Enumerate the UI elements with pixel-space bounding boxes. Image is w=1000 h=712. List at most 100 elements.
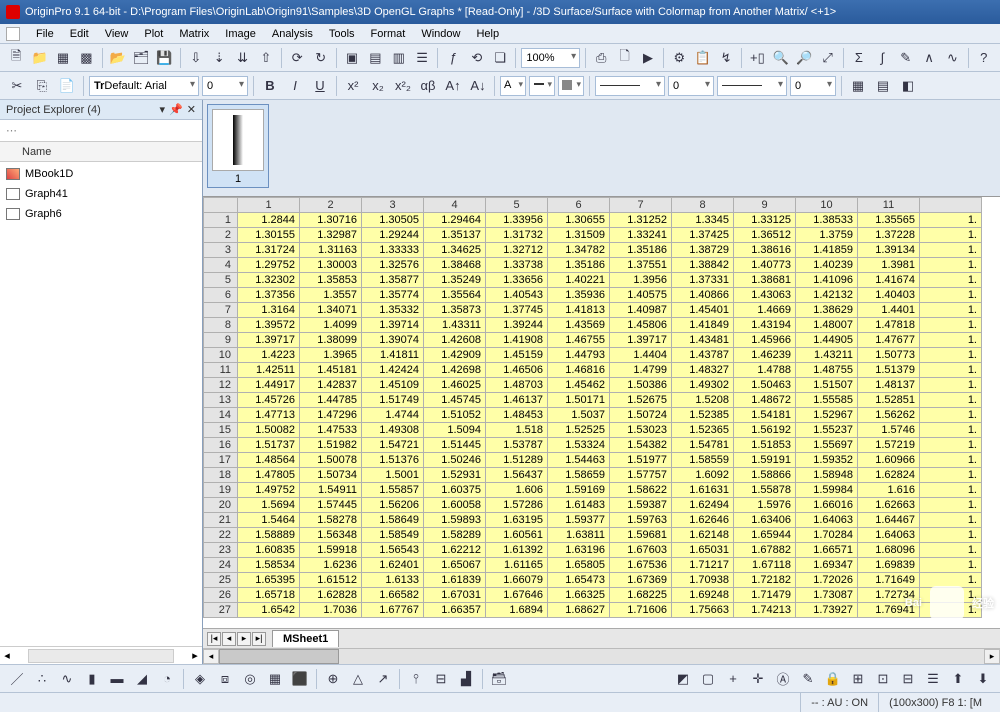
matrix-cell[interactable]: 1.68096 (858, 543, 920, 558)
row-header[interactable]: 2 (204, 228, 238, 243)
matrix-cell[interactable]: 1.31724 (238, 243, 300, 258)
matrix-cell[interactable]: 1.58289 (424, 528, 486, 543)
matrix-cell[interactable]: 1.45159 (486, 348, 548, 363)
matrix-cell[interactable]: 1.44917 (238, 378, 300, 393)
matrix-cell[interactable]: 1.40221 (548, 273, 610, 288)
new-folder-button[interactable]: 📁 (29, 47, 49, 69)
matrix-cell[interactable]: 1.45966 (734, 333, 796, 348)
row-header[interactable]: 12 (204, 378, 238, 393)
matrix-cell[interactable]: 1.42608 (424, 333, 486, 348)
matrix-cell[interactable]: 1.37425 (672, 228, 734, 243)
matrix-cell[interactable]: 1.67603 (610, 543, 672, 558)
matrix-cell[interactable]: 1.45109 (362, 378, 424, 393)
matrix-cell[interactable]: 1.75663 (672, 603, 734, 618)
refresh-button[interactable]: ⟲ (467, 47, 487, 69)
zoom-combo[interactable]: 100% (521, 48, 580, 68)
column-header[interactable]: 1 (238, 198, 300, 213)
matrix-cell[interactable]: 1.3164 (238, 303, 300, 318)
matrix-cell[interactable]: 1.61392 (486, 543, 548, 558)
matrix-cell[interactable]: 1.33333 (362, 243, 424, 258)
matrix-cell[interactable]: 1. (920, 258, 982, 273)
matrix-cell[interactable]: 1. (920, 273, 982, 288)
matrix-cell[interactable]: 1.72026 (796, 573, 858, 588)
close-panel-icon[interactable]: ✕ (187, 103, 196, 116)
matrix-cell[interactable]: 1.42698 (424, 363, 486, 378)
matrix-cell[interactable]: 1.30155 (238, 228, 300, 243)
row-header[interactable]: 24 (204, 558, 238, 573)
mask-button[interactable]: ◩ (672, 668, 694, 690)
matrix-cell[interactable]: 1.66357 (424, 603, 486, 618)
matrix-cell[interactable]: 1.33656 (486, 273, 548, 288)
font-size-combo[interactable]: 0 (202, 76, 248, 96)
matrix-cell[interactable]: 1.39714 (362, 318, 424, 333)
matrix-cell[interactable]: 1.58649 (362, 513, 424, 528)
matrix-cell[interactable]: 1.51982 (300, 438, 362, 453)
matrix-cell[interactable]: 1.56206 (362, 498, 424, 513)
matrix-cell[interactable]: 1.52525 (548, 423, 610, 438)
underline-button[interactable]: U (309, 75, 331, 97)
matrix-cell[interactable]: 1.67118 (734, 558, 796, 573)
matrix-cell[interactable]: 1.43194 (734, 318, 796, 333)
function-plot-button[interactable]: ƒ (443, 47, 463, 69)
matrix-cell[interactable]: 1.53787 (486, 438, 548, 453)
help-button[interactable]: ? (974, 47, 994, 69)
matrix-cell[interactable]: 1.52385 (672, 408, 734, 423)
matrix-cell[interactable]: 1.5001 (362, 468, 424, 483)
matrix-cell[interactable]: 1.70938 (672, 573, 734, 588)
matrix-cell[interactable]: 1.4788 (734, 363, 796, 378)
matrix-cell[interactable]: 1.56192 (734, 423, 796, 438)
matrix-cell[interactable]: 1.33125 (734, 213, 796, 228)
matrix-cell[interactable]: 1.41674 (858, 273, 920, 288)
3d-wire-button[interactable]: ⧈ (214, 668, 236, 690)
matrix-cell[interactable]: 1.51052 (424, 408, 486, 423)
menu-plot[interactable]: Plot (136, 26, 171, 42)
menu-window[interactable]: Window (413, 26, 468, 42)
matrix-cell[interactable]: 1.38533 (796, 213, 858, 228)
row-header[interactable]: 8 (204, 318, 238, 333)
matrix-cell[interactable]: 1.43211 (796, 348, 858, 363)
row-header[interactable]: 16 (204, 438, 238, 453)
matrix-cell[interactable]: 1.56262 (858, 408, 920, 423)
draw-data-button[interactable]: ✎ (797, 668, 819, 690)
paste-button[interactable]: 📄 (56, 75, 78, 97)
matrix-cell[interactable]: 1.55857 (362, 483, 424, 498)
matrix-cell[interactable]: 1.46506 (486, 363, 548, 378)
column-header[interactable]: 7 (610, 198, 672, 213)
import-multi-button[interactable]: ⇊ (232, 47, 252, 69)
pin-icon[interactable]: 📌 (169, 103, 183, 116)
matrix-cell[interactable]: 1.38616 (734, 243, 796, 258)
open-button[interactable]: 📂 (107, 47, 127, 69)
matrix-cell[interactable]: 1.53324 (548, 438, 610, 453)
matrix-cell[interactable]: 1.58866 (734, 468, 796, 483)
matrix-cell[interactable]: 1.36512 (734, 228, 796, 243)
ternary-button[interactable]: △ (347, 668, 369, 690)
matrix-cell[interactable]: 1. (920, 438, 982, 453)
matrix-cell[interactable]: 1.71217 (672, 558, 734, 573)
matrix-cell[interactable]: 1. (920, 378, 982, 393)
baseline-button[interactable]: ∿ (942, 47, 962, 69)
matrix-cell[interactable]: 1. (920, 288, 982, 303)
matrix-cell[interactable]: 1.67536 (610, 558, 672, 573)
matrix-cell[interactable]: 1.46755 (548, 333, 610, 348)
copy-button[interactable]: ⎘ (31, 75, 53, 97)
matrix-cell[interactable]: 1.76941 (858, 603, 920, 618)
matrix-cell[interactable]: 1. (920, 528, 982, 543)
matrix-cell[interactable]: 1.29464 (424, 213, 486, 228)
row-header[interactable]: 14 (204, 408, 238, 423)
pe-item-graph6[interactable]: Graph6 (0, 204, 202, 224)
matrix-cell[interactable]: 1.52675 (610, 393, 672, 408)
integrate-button[interactable]: ∫ (872, 47, 892, 69)
matrix-cell[interactable]: 1.30003 (300, 258, 362, 273)
matrix-cell[interactable]: 1.6542 (238, 603, 300, 618)
matrix-cell[interactable]: 1.38842 (672, 258, 734, 273)
matrix-cell[interactable]: 1.45401 (672, 303, 734, 318)
row-header[interactable]: 23 (204, 543, 238, 558)
matrix-cell[interactable]: 1.63195 (486, 513, 548, 528)
save-button[interactable]: 💾 (154, 47, 174, 69)
matrix-cell[interactable]: 1.60561 (486, 528, 548, 543)
matrix-cell[interactable]: 1.5037 (548, 408, 610, 423)
cut-button[interactable]: ✂ (6, 75, 28, 97)
matrix-cell[interactable]: 1.60375 (424, 483, 486, 498)
matrix-cell[interactable]: 1.58622 (610, 483, 672, 498)
matrix-cell[interactable]: 1.35853 (300, 273, 362, 288)
